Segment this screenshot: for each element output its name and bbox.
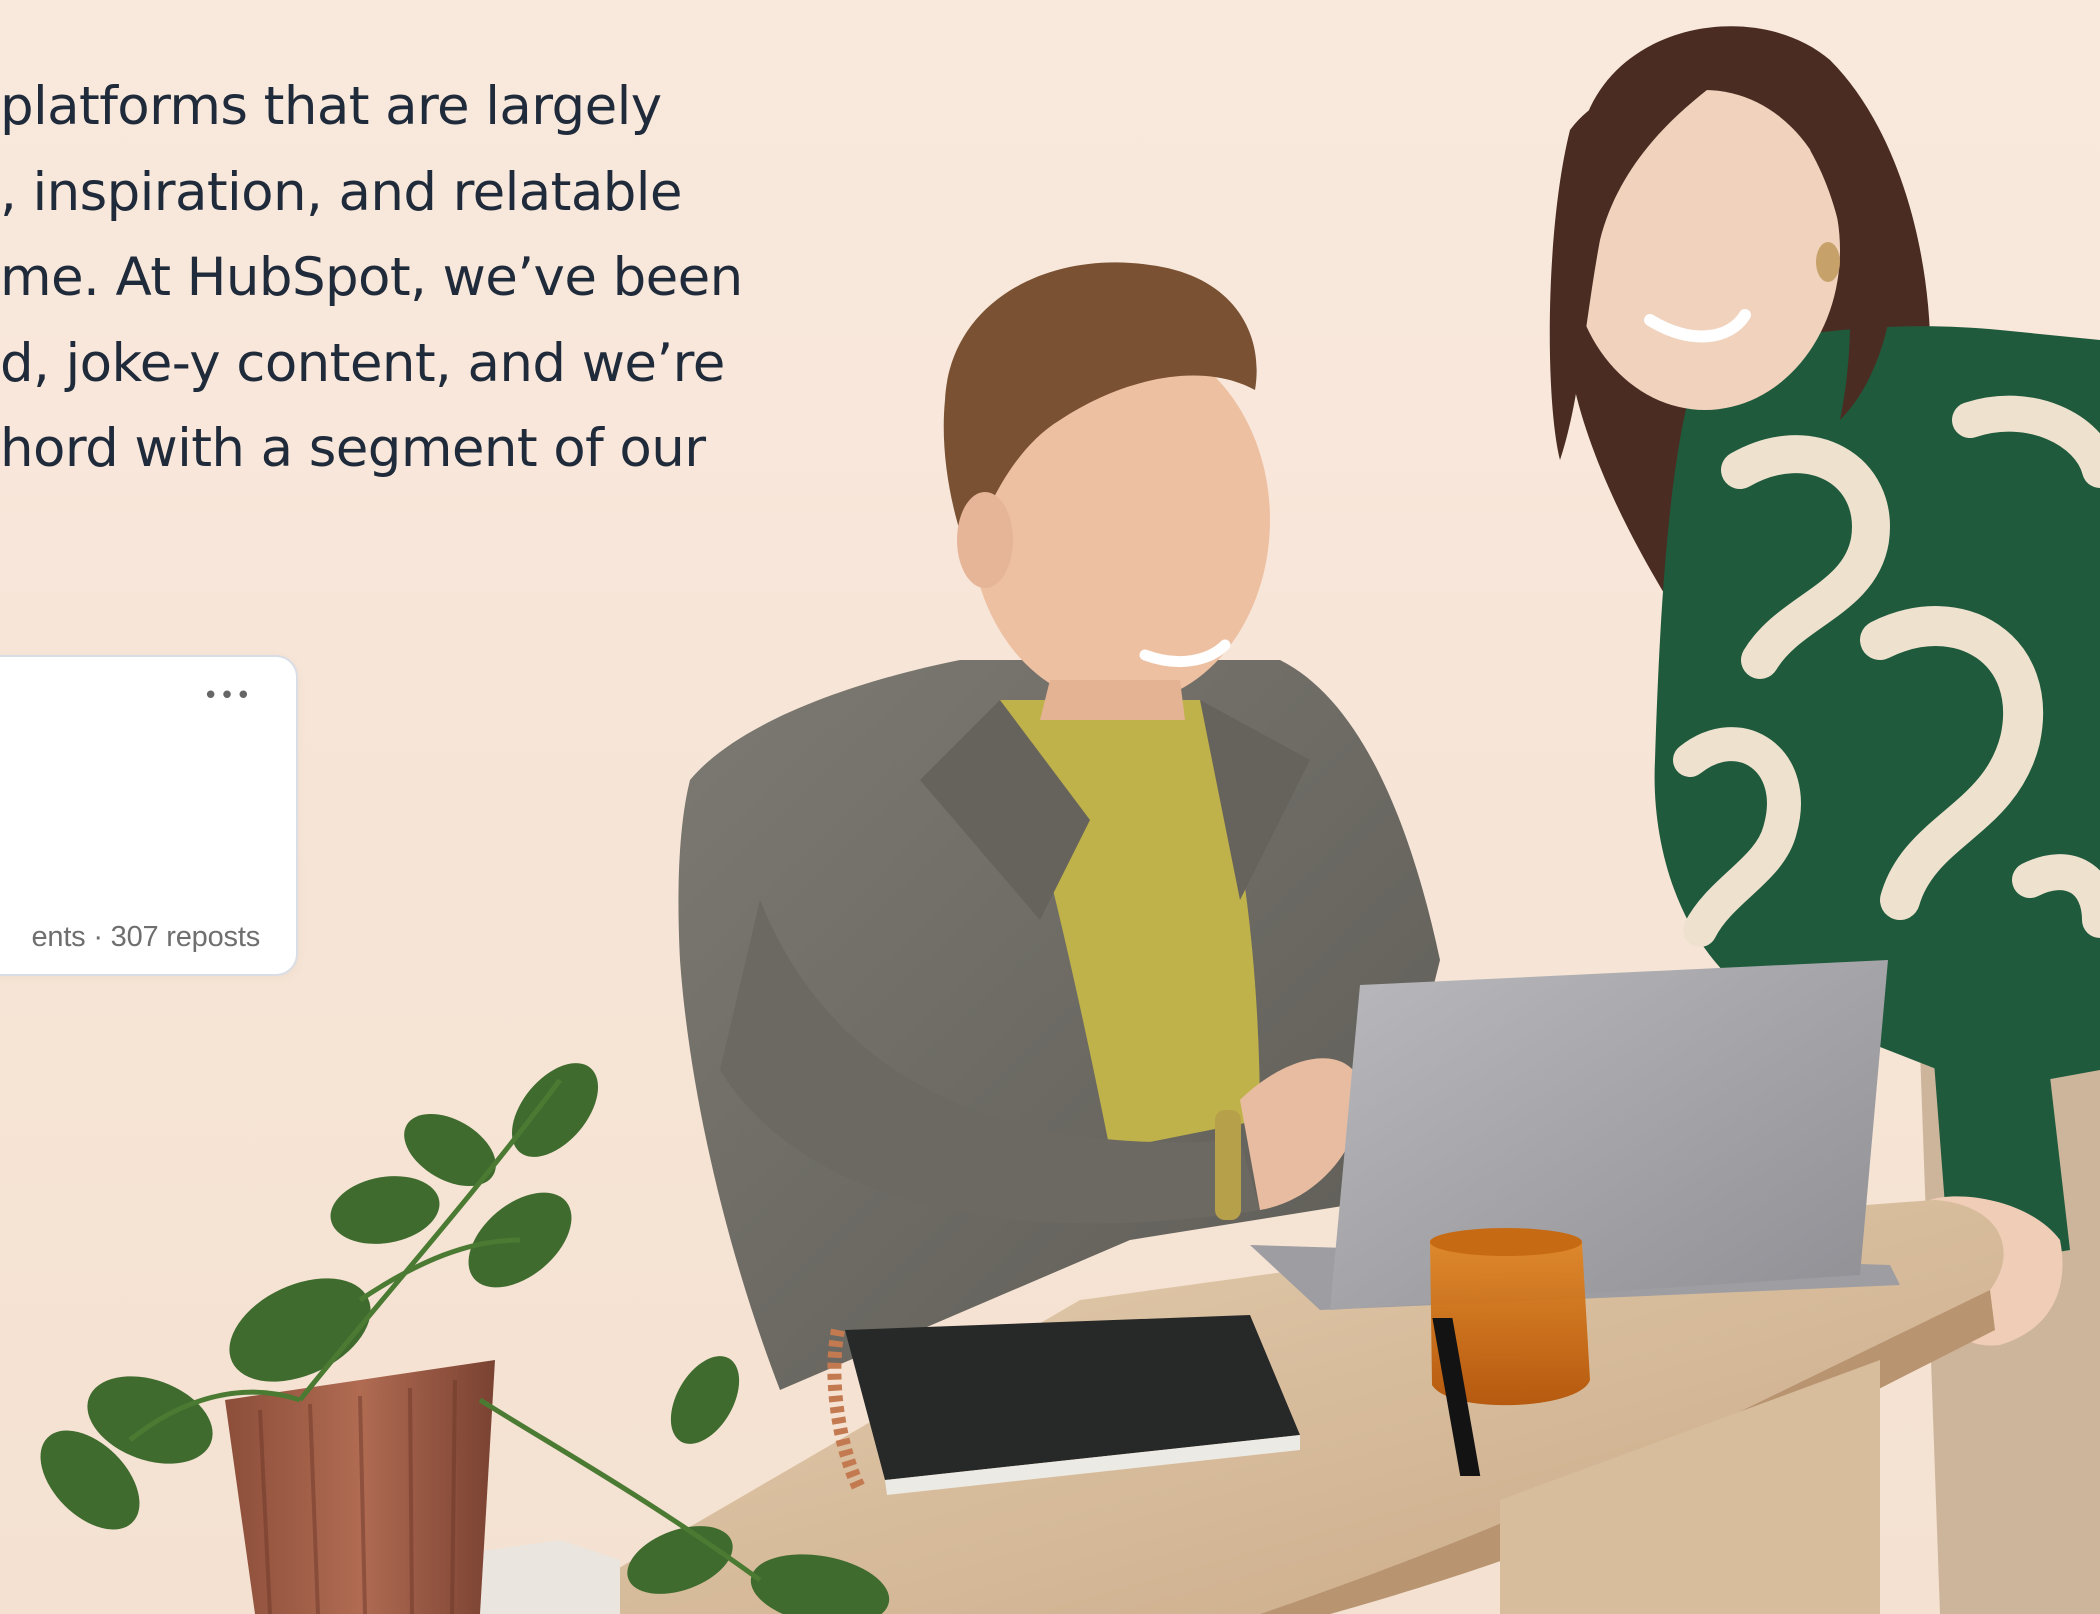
article-line: hord with a segment of our xyxy=(0,418,706,479)
social-post-card: ••• ents · 307 reposts xyxy=(0,655,298,976)
article-line: platforms that are largely xyxy=(0,76,662,137)
article-paragraph: platforms that are largely , inspiration… xyxy=(0,64,760,492)
article-line: d, joke-y content, and we’re xyxy=(0,332,725,394)
article-line: , inspiration, and relatable xyxy=(0,161,683,223)
hero-scene: platforms that are largely , inspiration… xyxy=(0,0,2100,1614)
ellipsis-icon[interactable]: ••• xyxy=(203,683,252,709)
article-line: me. At HubSpot, we’ve been xyxy=(0,247,743,308)
post-engagement-stats: ents · 307 reposts xyxy=(31,921,260,953)
